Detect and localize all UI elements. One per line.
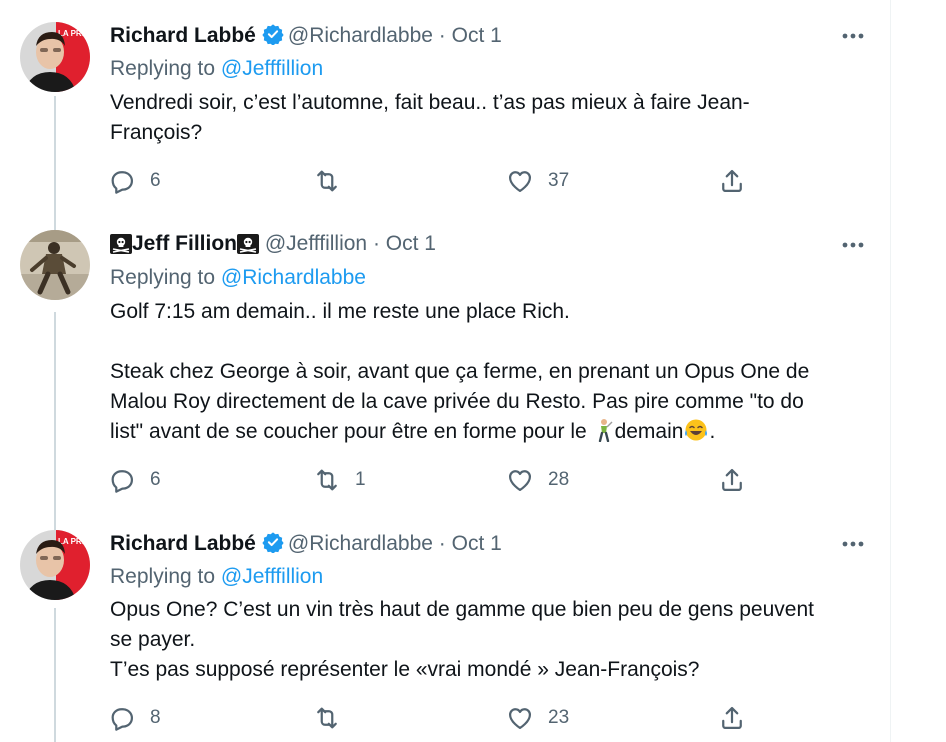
- avatar-richard-labbe[interactable]: LA PRESSE: [20, 530, 90, 600]
- tweet-date[interactable]: · Oct 1: [439, 532, 502, 555]
- tweet-text-line: Golf 7:15 am demain.. il me reste une pl…: [110, 300, 570, 323]
- like-count: 28: [548, 469, 570, 490]
- replying-label: Replying to: [110, 266, 216, 289]
- reply-button[interactable]: 6: [108, 164, 161, 198]
- tweet-1[interactable]: LA PRESSE Richard Labbé @Richardlabbe · O…: [0, 0, 890, 216]
- tears-of-joy-emoji-icon: [683, 418, 709, 451]
- like-button[interactable]: 23: [506, 701, 569, 735]
- replying-to: Replying to @Jefffillion: [110, 57, 323, 81]
- tweet-text-line: François?: [110, 121, 203, 144]
- retweet-icon: [317, 170, 337, 192]
- tweet-date[interactable]: · Oct 1: [373, 232, 436, 255]
- tweet-text-fragment: .: [709, 420, 716, 443]
- tweet-text-line: T’es pas supposé représenter le «vrai mo…: [110, 658, 700, 681]
- like-icon: [508, 708, 532, 730]
- tweet-text-line: Steak chez George à soir, avant que ça f…: [110, 360, 810, 383]
- like-count: 23: [548, 707, 570, 728]
- like-button[interactable]: 37: [506, 164, 569, 198]
- reply-count: 6: [150, 170, 161, 191]
- tweet-2[interactable]: Jeff Fillion @Jefffillion · Oct 1 Replyi…: [0, 216, 890, 510]
- share-icon: [722, 706, 742, 730]
- share-button[interactable]: [718, 164, 746, 198]
- thread-line: [54, 216, 56, 230]
- reply-icon: [111, 708, 134, 731]
- retweet-button[interactable]: [313, 701, 355, 735]
- tweet-text: Opus One? C’est un vin très haut de gamm…: [110, 595, 870, 685]
- retweet-button[interactable]: [313, 164, 355, 198]
- like-button[interactable]: 28: [506, 463, 569, 497]
- reply-icon: [111, 171, 134, 194]
- tweet-text-line: se payer.: [110, 628, 196, 651]
- tweet-text-fragment: demain: [614, 420, 684, 443]
- reply-icon: [111, 470, 134, 493]
- tweet-text-fragment: list" avant de se coucher pour être en f…: [110, 420, 593, 443]
- thread-line: [54, 96, 56, 216]
- share-icon: [722, 468, 742, 492]
- reply-count: 8: [150, 707, 161, 728]
- tweet-3[interactable]: LA PRESSE Richard Labbé @Richardlabbe · O…: [0, 510, 890, 742]
- author-handle[interactable]: @Jefffillion: [265, 232, 367, 255]
- thread-line: [54, 510, 56, 530]
- more-icon[interactable]: [840, 26, 870, 46]
- replying-to: Replying to @Jefffillion: [110, 565, 323, 589]
- retweet-count: 1: [355, 469, 366, 490]
- reply-count: 6: [150, 469, 161, 490]
- author-name[interactable]: Jeff Fillion: [132, 232, 237, 255]
- share-icon: [722, 169, 742, 193]
- tweet-text-line: Opus One? C’est un vin très haut de gamm…: [110, 598, 814, 621]
- tweet-text-line: Malou Roy directement de la cave privée …: [110, 390, 804, 413]
- tweet-text: Vendredi soir, c’est l’automne, fait bea…: [110, 88, 870, 148]
- timeline-divider: [890, 0, 891, 742]
- golfer-emoji-icon: [593, 418, 615, 451]
- thread-line: [54, 608, 56, 742]
- avatar-badge-text: LA PRESSE: [58, 537, 90, 546]
- share-button[interactable]: [718, 463, 746, 497]
- thread-line: [54, 312, 56, 510]
- avatar-jeff-fillion[interactable]: [20, 230, 90, 300]
- tweet-text-line: Vendredi soir, c’est l’automne, fait bea…: [110, 91, 750, 114]
- retweet-icon: [317, 707, 337, 729]
- verified-badge-icon: [262, 531, 284, 559]
- reply-button[interactable]: 8: [108, 701, 161, 735]
- replying-mention[interactable]: @Jefffillion: [221, 565, 323, 588]
- retweet-icon: [317, 469, 337, 491]
- replying-label: Replying to: [110, 565, 216, 588]
- tweet-text: Golf 7:15 am demain.. il me reste une pl…: [110, 297, 870, 451]
- tweet-text-line-with-emoji: list" avant de se coucher pour être en f…: [110, 417, 870, 451]
- author-handle[interactable]: @Richardlabbe: [288, 24, 433, 47]
- author-name[interactable]: Richard Labbé: [110, 24, 256, 47]
- tweet-date[interactable]: · Oct 1: [439, 24, 502, 47]
- like-count: 37: [548, 170, 570, 191]
- reply-button[interactable]: 6: [108, 463, 161, 497]
- tweet-header: Richard Labbé @Richardlabbe · Oct 1: [110, 23, 502, 51]
- like-icon: [508, 470, 532, 492]
- tweet-header: Jeff Fillion @Jefffillion · Oct 1: [110, 232, 436, 260]
- tweet-text-blank: [110, 327, 870, 357]
- replying-to: Replying to @Richardlabbe: [110, 266, 366, 290]
- verified-badge-icon: [262, 23, 284, 51]
- more-icon[interactable]: [840, 235, 870, 255]
- retweet-button[interactable]: 1: [313, 463, 366, 497]
- skull-crossbones-icon: [237, 234, 259, 260]
- like-icon: [508, 171, 532, 193]
- tweet-header: Richard Labbé @Richardlabbe · Oct 1: [110, 531, 502, 559]
- replying-mention[interactable]: @Jefffillion: [221, 57, 323, 80]
- avatar-badge-text: LA PRESSE: [58, 29, 90, 38]
- more-icon[interactable]: [840, 534, 870, 554]
- author-name[interactable]: Richard Labbé: [110, 532, 256, 555]
- share-button[interactable]: [718, 701, 746, 735]
- replying-label: Replying to: [110, 57, 216, 80]
- skull-crossbones-icon: [110, 234, 132, 260]
- tweet-actions: 6 37: [108, 164, 748, 198]
- author-handle[interactable]: @Richardlabbe: [288, 532, 433, 555]
- replying-mention[interactable]: @Richardlabbe: [221, 266, 366, 289]
- tweet-actions: 8 23: [108, 701, 748, 735]
- avatar-richard-labbe[interactable]: LA PRESSE: [20, 22, 90, 92]
- tweet-actions: 6 1 28: [108, 463, 748, 497]
